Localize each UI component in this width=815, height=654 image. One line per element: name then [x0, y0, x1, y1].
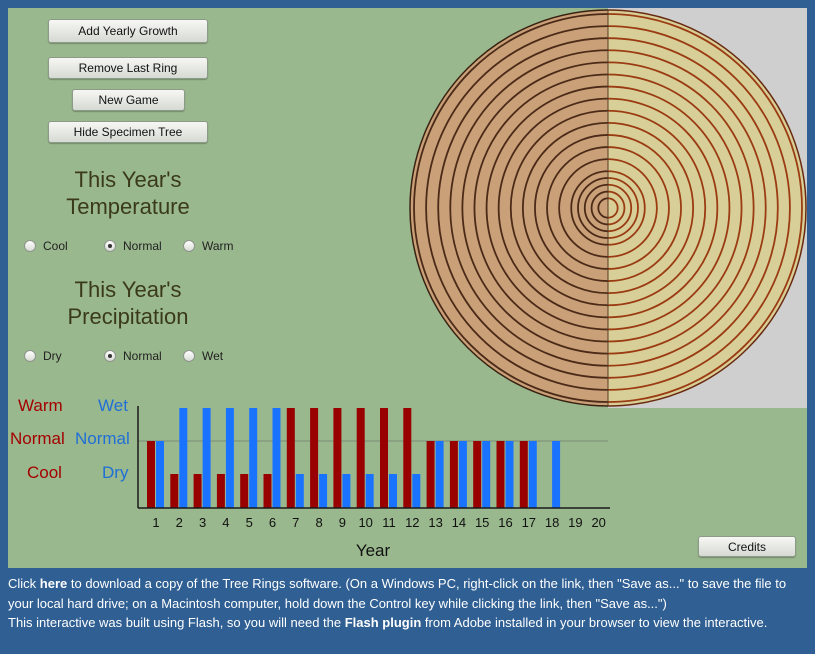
precipitation-bar-17 — [528, 441, 537, 508]
download-paragraph: Click here to download a copy of the Tre… — [8, 574, 808, 613]
temperature-bar-3 — [193, 474, 202, 508]
flash-paragraph: This interactive was built using Flash, … — [8, 613, 808, 633]
footer-text: Click here to download a copy of the Tre… — [8, 574, 808, 633]
tree-rings-stage: Add Yearly Growth Remove Last Ring New G… — [8, 8, 807, 568]
temperature-bar-15 — [473, 441, 482, 508]
temperature-bar-17 — [519, 441, 528, 508]
x-tick-label: 12 — [405, 515, 419, 530]
temperature-bar-8 — [310, 408, 319, 508]
precipitation-bar-2 — [179, 408, 188, 508]
x-tick-label: 15 — [475, 515, 489, 530]
temperature-bar-4 — [216, 474, 225, 508]
precipitation-bar-15 — [482, 441, 491, 508]
temperature-bar-2 — [170, 474, 179, 508]
x-tick-label: 7 — [292, 515, 299, 530]
precipitation-bar-4 — [225, 408, 234, 508]
x-tick-label: 9 — [339, 515, 346, 530]
flash-plugin-link[interactable]: Flash plugin — [345, 615, 422, 630]
precipitation-bar-16 — [505, 441, 514, 508]
x-tick-label: 16 — [498, 515, 512, 530]
x-tick-label: 14 — [452, 515, 466, 530]
x-tick-label: 13 — [428, 515, 442, 530]
precipitation-bar-9 — [342, 474, 351, 508]
temperature-bar-13 — [426, 441, 435, 508]
temperature-bar-5 — [240, 474, 249, 508]
temperature-bar-16 — [496, 441, 505, 508]
temperature-bar-7 — [286, 408, 295, 508]
x-tick-label: 11 — [382, 515, 396, 530]
x-tick-label: 2 — [176, 515, 183, 530]
x-tick-label: 6 — [269, 515, 276, 530]
temperature-bar-10 — [356, 408, 365, 508]
x-tick-label: 17 — [522, 515, 536, 530]
precipitation-bar-13 — [435, 441, 444, 508]
x-tick-label: 5 — [246, 515, 253, 530]
footer-text-part: from Adobe installed in your browser to … — [421, 615, 768, 630]
precipitation-bar-14 — [458, 441, 467, 508]
x-tick-label: 18 — [545, 515, 559, 530]
footer-text-part: This interactive was built using Flash, … — [8, 615, 345, 630]
x-tick-label: 20 — [591, 515, 605, 530]
precipitation-bar-11 — [389, 474, 397, 508]
temperature-bar-12 — [403, 408, 412, 508]
tree-ring-cross-section — [409, 8, 807, 408]
x-tick-label: 4 — [222, 515, 229, 530]
x-tick-label: 19 — [568, 515, 582, 530]
x-axis-title: Year — [356, 541, 391, 560]
temperature-bar-1 — [147, 441, 155, 508]
credits-button[interactable]: Credits — [698, 536, 796, 557]
x-tick-label: 1 — [152, 515, 159, 530]
precipitation-bar-12 — [412, 474, 421, 508]
temperature-bar-14 — [449, 441, 458, 508]
x-tick-label: 10 — [358, 515, 372, 530]
precipitation-bar-5 — [249, 408, 258, 508]
temperature-bar-6 — [263, 474, 272, 508]
precipitation-bar-1 — [156, 441, 164, 508]
precipitation-bar-7 — [295, 474, 304, 508]
x-tick-label: 3 — [199, 515, 206, 530]
precipitation-bar-3 — [202, 408, 211, 508]
footer-text-part: Click — [8, 576, 40, 591]
precipitation-bar-8 — [319, 474, 328, 508]
download-link[interactable]: here — [40, 576, 67, 591]
precipitation-bar-10 — [365, 474, 374, 508]
temperature-bar-9 — [333, 408, 342, 508]
precipitation-bar-18 — [552, 441, 561, 508]
precipitation-bar-6 — [272, 408, 281, 508]
temperature-bar-11 — [380, 408, 388, 508]
x-tick-label: 8 — [315, 515, 322, 530]
footer-text-part: to download a copy of the Tree Rings sof… — [8, 576, 787, 611]
